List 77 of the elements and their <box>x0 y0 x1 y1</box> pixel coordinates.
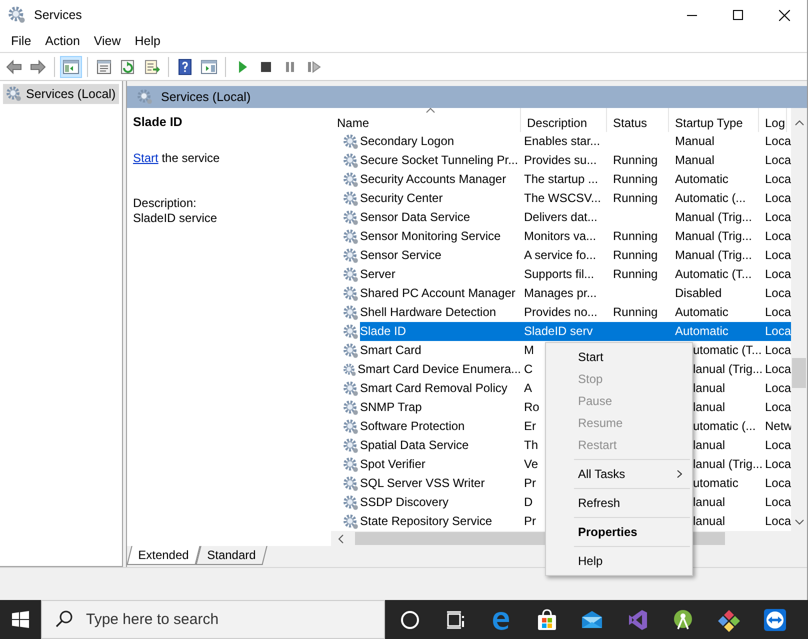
table-cell: Loca <box>765 476 792 490</box>
table-cell: SladeID serv <box>524 324 593 338</box>
table-cell: C <box>524 362 533 376</box>
table-cell: utomatic (... <box>693 419 756 433</box>
table-cell: Provides no... <box>524 305 598 319</box>
table-cell: Loca <box>765 210 792 224</box>
table-cell: Manual (Trig... <box>675 248 752 262</box>
table-cell: Er <box>524 419 536 433</box>
table-cell: Monitors va... <box>524 229 596 243</box>
table-cell: The WSCSV... <box>524 191 601 205</box>
table-cell: Running <box>613 305 658 319</box>
table-cell: Loca <box>765 172 792 186</box>
table-cell: Automatic <box>675 305 728 319</box>
table-cell: Manual (Trig... <box>675 210 752 224</box>
table-cell: lanual (Trig... <box>693 457 763 471</box>
table-cell: Automatic (T... <box>675 267 752 281</box>
service-title: Slade ID <box>133 115 184 129</box>
table-cell: The startup ... <box>524 172 598 186</box>
table-cell: Pr <box>524 514 536 528</box>
table-cell: lanual <box>693 438 726 452</box>
table-cell: Supports fil... <box>524 267 594 281</box>
table-cell: Loca <box>765 248 792 262</box>
table-cell: Loca <box>765 381 792 395</box>
table-cell: utomatic (T... <box>693 343 762 357</box>
table-cell: lanual <box>693 400 726 414</box>
table-cell: A service fo... <box>524 248 596 262</box>
table-cell: Running <box>613 267 658 281</box>
table-cell: Loca <box>765 153 792 167</box>
table-cell: lanual <box>693 495 726 509</box>
description-text: SladeID service <box>133 211 218 226</box>
table-cell: D <box>524 495 533 509</box>
table-cell: Manual <box>675 153 714 167</box>
table-cell: Loca <box>765 267 792 281</box>
table-cell: M <box>524 343 534 357</box>
tree-item-label: Services (Local) <box>26 87 116 101</box>
table-cell: Loca <box>765 191 792 205</box>
table-cell: Manual <box>675 134 714 148</box>
table-cell: A <box>524 381 532 395</box>
table-cell: utomatic <box>693 476 738 490</box>
table-cell: Ve <box>524 457 538 471</box>
table-cell: Loca <box>765 438 792 452</box>
table-cell: Manages pr... <box>524 286 597 300</box>
table-cell: Loca <box>765 229 792 243</box>
description-label: Description: <box>133 196 198 211</box>
table-cell: Loca <box>765 324 792 338</box>
start-service-text: Start the service <box>133 151 221 166</box>
table-cell: lanual <box>693 381 726 395</box>
table-cell: Delivers dat... <box>524 210 598 224</box>
table-cell: Netw <box>765 419 792 433</box>
table-cell: Running <box>613 172 658 186</box>
table-cell: Loca <box>765 286 792 300</box>
panel-title: Services (Local) <box>161 90 251 104</box>
table-cell: Loca <box>765 343 792 357</box>
table-cell: Loca <box>765 400 792 414</box>
table-cell: Loca <box>765 134 792 148</box>
table-cell: Th <box>524 438 538 452</box>
window-title: Services <box>34 8 83 22</box>
table-cell: Loca <box>765 495 792 509</box>
table-cell: Loca <box>765 457 792 471</box>
table-cell: Loca <box>765 514 792 528</box>
table-cell: Running <box>613 153 658 167</box>
table-cell: Running <box>613 248 658 262</box>
table-cell: Automatic <box>675 172 728 186</box>
table-cell: Loca <box>765 362 792 376</box>
table-cell: Ro <box>524 400 540 414</box>
table-cell: Automatic (... <box>675 191 746 205</box>
table-cell: Disabled <box>675 286 722 300</box>
table-cell: Automatic <box>675 324 728 338</box>
table-cell: lanual <box>693 514 726 528</box>
table-cell: lanual (Trig... <box>693 362 763 376</box>
table-cell: Provides su... <box>524 153 597 167</box>
table-cell: Manual (Trig... <box>675 229 752 243</box>
table-cell: Pr <box>524 476 536 490</box>
table-cell: Enables star... <box>524 134 600 148</box>
table-cell: Loca <box>765 305 792 319</box>
table-cell: Running <box>613 191 658 205</box>
table-cell: Running <box>613 229 658 243</box>
